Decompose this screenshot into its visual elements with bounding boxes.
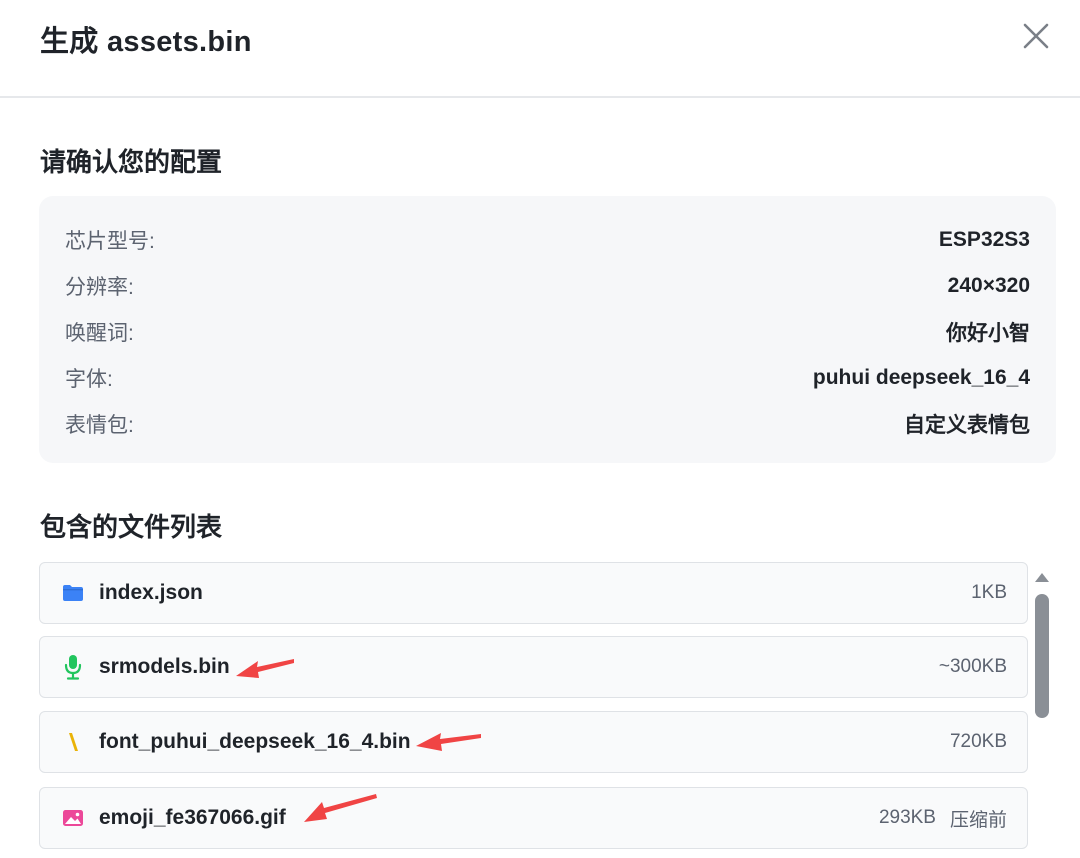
config-value: 240×320 <box>947 274 1030 297</box>
file-list[interactable]: index.json 1KB srmodels.bin ~300KB font_… <box>39 562 1029 858</box>
file-item-font-bin: font_puhui_deepseek_16_4.bin 720KB <box>39 711 1028 773</box>
config-label: 表情包: <box>65 414 134 437</box>
scroll-up-arrow-icon[interactable] <box>1033 570 1051 584</box>
config-row-chip: 芯片型号: ESP32S3 <box>65 220 1030 260</box>
file-list-heading: 包含的文件列表 <box>40 512 223 542</box>
config-value: 自定义表情包 <box>904 414 1030 437</box>
file-item-srmodels-bin: srmodels.bin ~300KB <box>39 636 1028 698</box>
microphone-icon <box>61 655 85 680</box>
font-icon <box>61 730 85 754</box>
close-icon <box>1023 23 1049 49</box>
config-label: 芯片型号: <box>65 230 155 253</box>
image-icon <box>61 806 85 830</box>
close-button[interactable] <box>1016 16 1056 56</box>
config-row-emoji-pack: 表情包: 自定义表情包 <box>65 404 1030 444</box>
config-row-wake-word: 唤醒词: 你好小智 <box>65 312 1030 352</box>
file-size: 1KB <box>971 582 1007 603</box>
file-item-emoji-gif: emoji_fe367066.gif 293KB 压缩前 <box>39 787 1028 849</box>
config-value: 你好小智 <box>946 322 1030 345</box>
file-name: font_puhui_deepseek_16_4.bin <box>99 730 411 753</box>
file-name: emoji_fe367066.gif <box>99 806 286 829</box>
config-label: 唤醒词: <box>65 322 134 345</box>
config-value: puhui deepseek_16_4 <box>812 366 1030 389</box>
file-item-index-json: index.json 1KB <box>39 562 1028 624</box>
generate-assets-dialog: 生成 assets.bin 请确认您的配置 芯片型号: ESP32S3 分辨率:… <box>0 0 1080 858</box>
file-size: ~300KB <box>938 656 1007 677</box>
config-label: 字体: <box>65 368 113 391</box>
file-name: srmodels.bin <box>99 655 230 678</box>
confirm-config-heading: 请确认您的配置 <box>40 147 223 177</box>
file-name: index.json <box>99 581 203 604</box>
config-label: 分辨率: <box>65 276 134 299</box>
file-list-scrollbar[interactable] <box>1032 566 1052 858</box>
config-value: ESP32S3 <box>938 228 1030 251</box>
dialog-title: 生成 assets.bin <box>40 26 252 58</box>
folder-icon <box>61 581 85 605</box>
scrollbar-thumb[interactable] <box>1035 594 1049 718</box>
config-row-resolution: 分辨率: 240×320 <box>65 266 1030 306</box>
size-note: 压缩前 <box>949 809 1007 831</box>
file-size: 720KB <box>949 731 1007 752</box>
dialog-header: 生成 assets.bin <box>0 0 1080 98</box>
file-size: 293KB <box>878 807 936 828</box>
config-summary-card: 芯片型号: ESP32S3 分辨率: 240×320 唤醒词: 你好小智 字体:… <box>39 196 1056 463</box>
config-row-font: 字体: puhui deepseek_16_4 <box>65 358 1030 398</box>
